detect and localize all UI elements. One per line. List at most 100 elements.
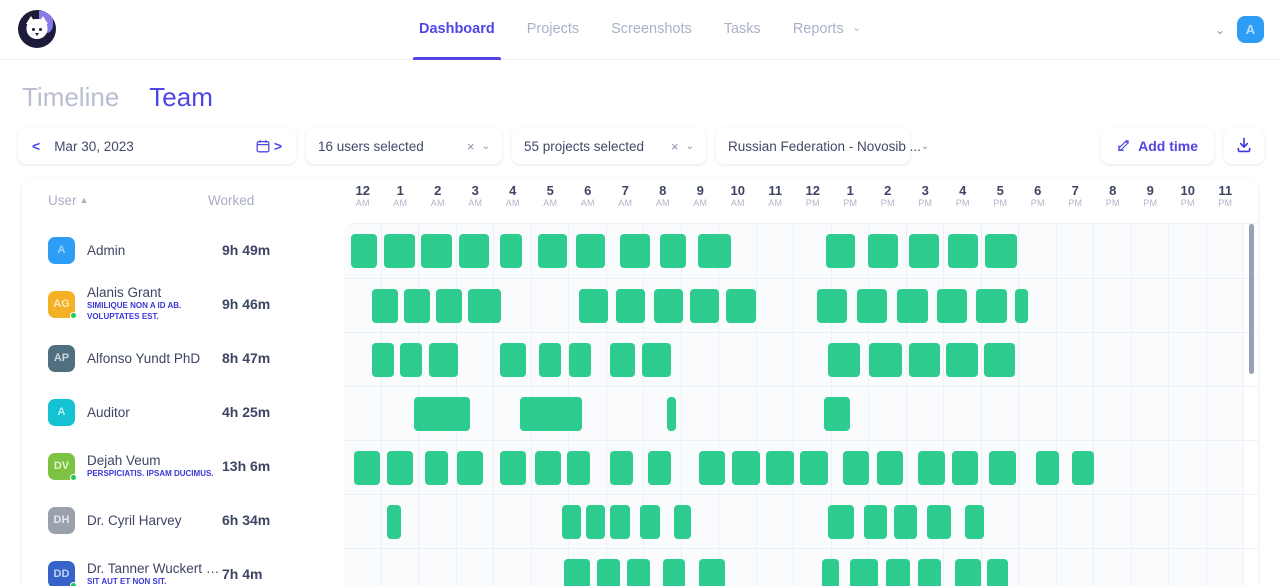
activity-block[interactable]	[387, 451, 412, 485]
activity-block[interactable]	[384, 234, 415, 268]
activity-block[interactable]	[500, 451, 526, 485]
projects-filter[interactable]: 55 projects selected × ⌄	[512, 128, 706, 164]
tab-team[interactable]: Team	[149, 82, 213, 113]
timeline-row[interactable]	[344, 440, 1258, 494]
activity-block[interactable]	[425, 451, 448, 485]
activity-block[interactable]	[894, 505, 917, 539]
activity-block[interactable]	[354, 451, 380, 485]
activity-block[interactable]	[886, 559, 910, 586]
activity-block[interactable]	[468, 289, 502, 323]
activity-block[interactable]	[952, 451, 979, 485]
activity-block[interactable]	[620, 234, 651, 268]
timeline-row[interactable]	[344, 278, 1258, 332]
activity-block[interactable]	[576, 234, 605, 268]
activity-block[interactable]	[1015, 289, 1028, 323]
clear-users-icon[interactable]: ×	[467, 139, 475, 154]
activity-block[interactable]	[429, 343, 458, 377]
column-header-user[interactable]: User▲	[48, 193, 208, 208]
activity-block[interactable]	[387, 505, 401, 539]
download-button[interactable]	[1224, 128, 1264, 164]
nav-item-tasks[interactable]: Tasks	[708, 0, 777, 60]
calendar-icon[interactable]	[256, 139, 270, 153]
activity-block[interactable]	[824, 397, 850, 431]
activity-block[interactable]	[538, 234, 567, 268]
nav-item-reports[interactable]: Reports ⌄	[777, 0, 877, 60]
activity-block[interactable]	[984, 343, 1016, 377]
activity-block[interactable]	[436, 289, 462, 323]
activity-block[interactable]	[1036, 451, 1059, 485]
activity-block[interactable]	[674, 505, 691, 539]
activity-block[interactable]	[726, 289, 757, 323]
users-filter[interactable]: 16 users selected × ⌄	[306, 128, 502, 164]
activity-block[interactable]	[404, 289, 430, 323]
activity-block[interactable]	[828, 505, 854, 539]
activity-block[interactable]	[857, 289, 888, 323]
chevron-down-icon[interactable]: ⌄	[1215, 23, 1225, 37]
activity-block[interactable]	[948, 234, 979, 268]
table-row[interactable]: AAdmin9h 49m	[22, 223, 344, 277]
activity-block[interactable]	[627, 559, 650, 586]
table-row[interactable]: DHDr. Cyril Harvey6h 34m	[22, 493, 344, 547]
activity-block[interactable]	[927, 505, 951, 539]
tab-timeline[interactable]: Timeline	[22, 82, 119, 113]
activity-block[interactable]	[567, 451, 590, 485]
activity-block[interactable]	[843, 451, 869, 485]
app-logo[interactable]	[18, 10, 58, 50]
table-row[interactable]: DVDejah VeumPerspiciatis. Ipsam ducimus.…	[22, 439, 344, 493]
activity-block[interactable]	[699, 451, 725, 485]
column-header-worked[interactable]: Worked	[208, 193, 254, 208]
activity-block[interactable]	[989, 451, 1016, 485]
table-row[interactable]: AAuditor4h 25m	[22, 385, 344, 439]
activity-block[interactable]	[610, 343, 634, 377]
chevron-down-icon[interactable]: ⌄	[921, 141, 929, 152]
prev-day-button[interactable]: <	[28, 138, 44, 154]
activity-block[interactable]	[610, 505, 629, 539]
activity-block[interactable]	[586, 505, 605, 539]
nav-item-projects[interactable]: Projects	[511, 0, 595, 60]
timeline-row[interactable]	[344, 224, 1258, 278]
activity-block[interactable]	[579, 289, 608, 323]
timezone-filter[interactable]: Russian Federation - Novosib ... ⌄	[716, 128, 910, 164]
activity-block[interactable]	[918, 559, 941, 586]
activity-block[interactable]	[562, 505, 581, 539]
activity-block[interactable]	[987, 559, 1007, 586]
activity-block[interactable]	[909, 234, 940, 268]
activity-block[interactable]	[421, 234, 452, 268]
activity-block[interactable]	[817, 289, 848, 323]
vertical-scrollbar-thumb[interactable]	[1249, 224, 1254, 374]
chevron-down-icon[interactable]: ⌄	[482, 141, 490, 152]
activity-block[interactable]	[976, 289, 1007, 323]
add-time-button[interactable]: Add time	[1101, 128, 1214, 164]
activity-block[interactable]	[822, 559, 839, 586]
activity-block[interactable]	[937, 289, 968, 323]
activity-block[interactable]	[660, 234, 686, 268]
activity-block[interactable]	[642, 343, 671, 377]
activity-block[interactable]	[597, 559, 620, 586]
activity-block[interactable]	[800, 451, 828, 485]
activity-block[interactable]	[918, 451, 945, 485]
activity-block[interactable]	[663, 559, 685, 586]
activity-block[interactable]	[457, 451, 484, 485]
clear-projects-icon[interactable]: ×	[671, 139, 679, 154]
activity-block[interactable]	[667, 397, 676, 431]
activity-block[interactable]	[535, 451, 561, 485]
activity-block[interactable]	[459, 234, 490, 268]
activity-block[interactable]	[766, 451, 794, 485]
nav-item-dashboard[interactable]: Dashboard	[403, 0, 511, 60]
activity-block[interactable]	[828, 343, 860, 377]
activity-block[interactable]	[520, 397, 582, 431]
activity-block[interactable]	[699, 559, 725, 586]
next-day-button[interactable]: >	[270, 138, 286, 154]
timeline-row[interactable]	[344, 548, 1258, 586]
nav-item-screenshots[interactable]: Screenshots	[595, 0, 708, 60]
activity-block[interactable]	[400, 343, 422, 377]
activity-block[interactable]	[909, 343, 941, 377]
chevron-down-icon[interactable]: ⌄	[686, 141, 694, 152]
activity-block[interactable]	[372, 343, 394, 377]
activity-block[interactable]	[985, 234, 1017, 268]
timeline-row[interactable]	[344, 386, 1258, 440]
table-row[interactable]: AGAlanis GrantSimilique non a id ab. Vol…	[22, 277, 344, 331]
activity-block[interactable]	[351, 234, 377, 268]
activity-block[interactable]	[897, 289, 928, 323]
activity-block[interactable]	[500, 234, 522, 268]
